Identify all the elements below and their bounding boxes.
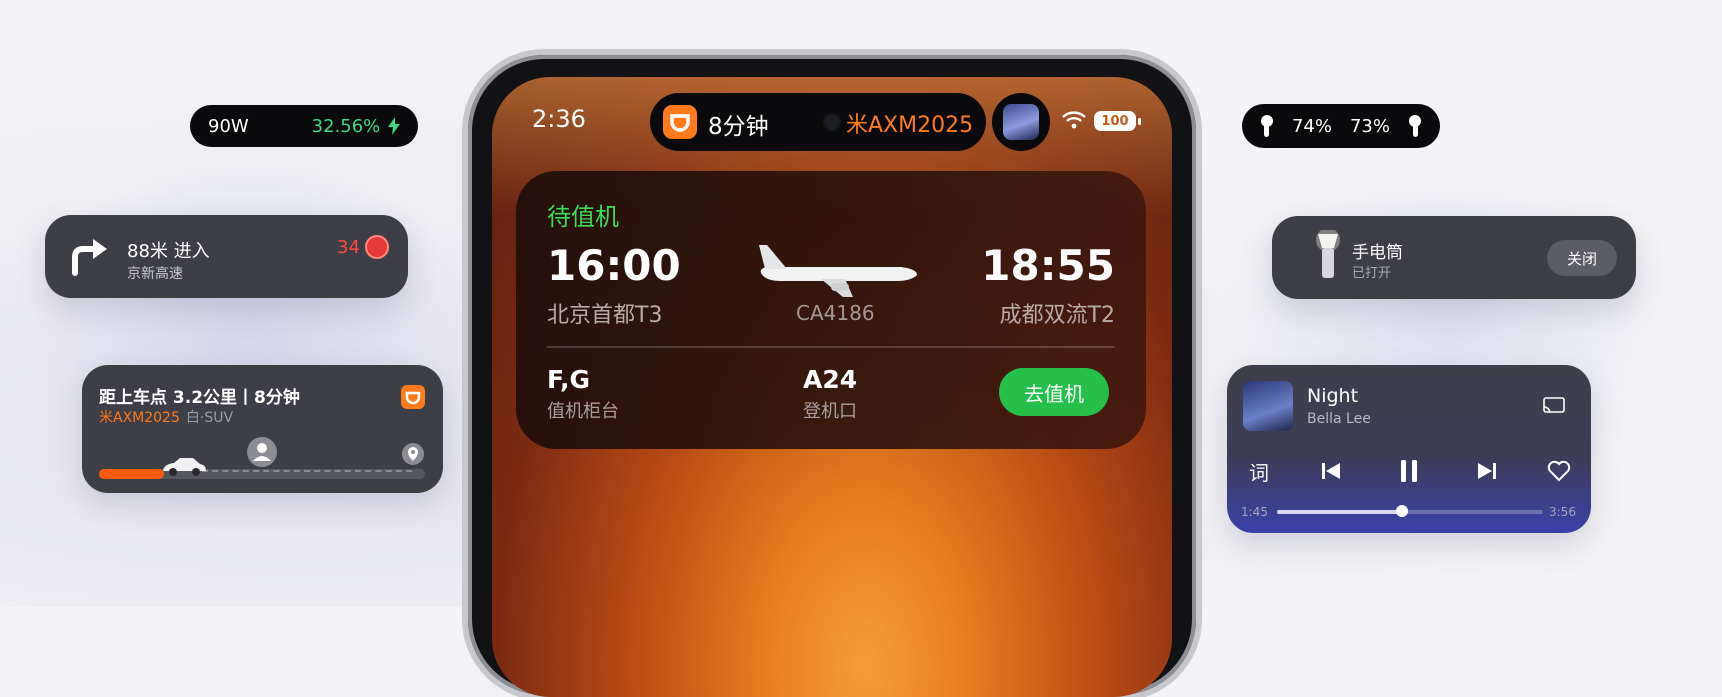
phone-screen: 2:36 8分钟 米AXM2025 100 待值机 16:00 18:55 北京… [492,77,1172,697]
charging-percent: 32.56% [311,115,381,137]
song-artist: Bella Lee [1307,411,1371,427]
arrival-airport: 成都双流T2 [999,303,1115,328]
flashlight-card: 手电筒 已打开 关闭 [1272,216,1636,299]
boarding-gate-label: 登机口 [803,401,857,422]
pause-icon[interactable] [1393,455,1425,487]
airpod-left-battery: 74% [1291,115,1332,137]
boarding-gate: A24 [803,365,858,394]
time-current: 1:45 [1241,505,1268,519]
didi-logo-icon [401,385,425,409]
arrival-time: 18:55 [981,241,1115,290]
favorite-heart-icon[interactable] [1543,455,1575,487]
album-art [1243,381,1293,431]
playback-progress-fill [1277,510,1403,514]
flight-divider [547,346,1115,348]
flashlight-status: 已打开 [1352,266,1392,281]
island-eta: 8分钟 [708,114,769,140]
next-track-icon[interactable] [1471,455,1503,487]
nav-instruction: 88米 进入 [127,241,210,262]
wifi-icon [1062,111,1086,129]
ride-route-dashes [202,470,412,472]
ride-progress-fill [99,469,165,479]
ride-card[interactable]: 距上车点 3.2公里丨8分钟 米AXM2025 白·SUV [82,365,443,493]
departure-airport: 北京首都T3 [547,303,663,328]
playback-progress-bar[interactable] [1277,510,1543,514]
flashlight-icon [1316,230,1340,278]
pickup-person-icon [247,437,277,467]
lyrics-button[interactable]: 词 [1243,455,1275,487]
dynamic-island[interactable]: 8分钟 米AXM2025 [650,93,986,151]
ride-car-desc: 白·SUV [185,410,234,426]
airpod-left-icon [1261,115,1273,137]
time-total: 3:56 [1549,505,1576,519]
flight-number: CA4186 [796,301,875,325]
music-card[interactable]: Night Bella Lee 词 1:45 3:56 [1227,365,1591,533]
navigation-card[interactable]: 88米 进入 京新高速 34 [45,215,408,298]
album-art-mini [1003,104,1039,140]
checkin-counter-label: 值机柜台 [547,401,619,422]
charging-percent-group: 32.56% [312,116,400,137]
airplane-icon [759,245,917,297]
checkin-button[interactable]: 去值机 [999,368,1109,416]
airpod-right-battery: 73% [1349,115,1390,137]
flashlight-off-button[interactable]: 关闭 [1547,240,1617,276]
airpods-pill: 74% 73% [1242,104,1440,148]
ride-plate: 米AXM2025 [99,410,180,426]
cast-icon[interactable] [1543,397,1565,415]
bolt-icon [388,116,400,135]
flight-card[interactable]: 待值机 16:00 18:55 北京首都T3 成都双流T2 CA4186 F,G… [516,171,1146,449]
status-clock: 2:36 [532,105,586,133]
didi-app-icon [663,105,697,139]
checkin-counter: F,G [547,365,591,394]
ride-car-info: 米AXM2025 白·SUV [99,407,233,427]
battery-indicator: 100 [1094,111,1141,131]
charging-pill: 90W 32.56% [190,105,418,147]
charging-watt: 90W [208,115,249,137]
front-camera [825,115,839,129]
ride-summary: 距上车点 3.2公里丨8分钟 [99,388,300,408]
island-plate: 米AXM2025 [846,113,974,138]
nav-road: 京新高速 [127,266,183,282]
car-icon [163,458,206,476]
phone-frame: 2:36 8分钟 米AXM2025 100 待值机 16:00 18:55 北京… [468,55,1196,697]
music-island-bubble[interactable] [992,93,1050,151]
playback-scrubber[interactable] [1396,505,1409,517]
speed-limit: 34 [337,237,360,258]
flashlight-title: 手电筒 [1352,243,1403,263]
airpod-right-icon [1408,115,1421,137]
flight-status: 待值机 [547,203,619,231]
speed-camera-icon [365,235,389,259]
song-title: Night [1307,385,1359,407]
departure-time: 16:00 [547,241,681,290]
destination-pin-icon [402,443,424,465]
previous-track-icon[interactable] [1315,455,1347,487]
turn-right-icon [72,239,107,276]
